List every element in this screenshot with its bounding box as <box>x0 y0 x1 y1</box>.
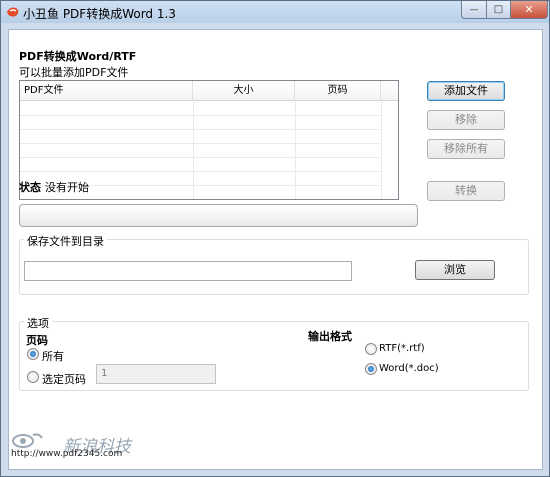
close-button[interactable]: ✕ <box>510 1 548 19</box>
app-icon <box>7 7 19 17</box>
add-file-button[interactable]: 添加文件 <box>427 81 505 101</box>
output-directory-title: 保存文件到目录 <box>24 233 107 249</box>
all-pages-label: 所有 <box>42 350 64 363</box>
selected-pages-radio[interactable] <box>27 371 39 383</box>
main-window: 小丑鱼 PDF转换成Word 1.3 — □ ✕ PDF转换成Word/RTF … <box>0 0 550 477</box>
list-item <box>20 130 380 144</box>
client-area: PDF转换成Word/RTF 可以批量添加PDF文件 PDF文件 大小 页码 添… <box>8 29 543 470</box>
convert-button[interactable]: 转换 <box>427 181 505 201</box>
list-item <box>20 102 380 116</box>
column-size[interactable]: 大小 <box>193 81 295 101</box>
minimize-icon: — <box>469 4 479 15</box>
all-pages-radio[interactable] <box>27 348 39 360</box>
close-icon: ✕ <box>524 3 534 16</box>
conversion-progress-bar <box>19 204 418 227</box>
output-directory-field[interactable] <box>24 261 352 281</box>
remove-button[interactable]: 移除 <box>427 110 505 130</box>
selected-pages-label: 选定页码 <box>42 373 86 386</box>
remove-all-button[interactable]: 移除所有 <box>427 139 505 159</box>
output-format-heading: 输出格式 <box>308 330 352 343</box>
selected-pages-field[interactable]: 1 <box>96 364 216 384</box>
column-pages[interactable]: 页码 <box>295 81 381 101</box>
title-bar[interactable]: 小丑鱼 PDF转换成Word 1.3 — □ ✕ <box>1 1 549 23</box>
maximize-button[interactable]: □ <box>486 1 511 19</box>
source-hint: 可以批量添加PDF文件 <box>19 66 129 79</box>
column-pdf-file[interactable]: PDF文件 <box>20 81 193 101</box>
options-title: 选项 <box>24 315 52 331</box>
file-list-header: PDF文件 大小 页码 <box>20 81 398 101</box>
watermark-url: http://www.pdf2345.com <box>11 449 123 459</box>
doc-format-radio[interactable] <box>365 363 377 375</box>
sina-logo-icon <box>12 433 43 448</box>
doc-format-label: Word(*.doc) <box>379 363 439 374</box>
pages-heading: 页码 <box>26 334 48 347</box>
list-item <box>20 116 380 130</box>
rtf-format-radio[interactable] <box>365 343 377 355</box>
window-title: 小丑鱼 PDF转换成Word 1.3 <box>23 7 176 21</box>
status-label: 状态 <box>19 181 41 194</box>
source-heading: PDF转换成Word/RTF <box>19 50 137 63</box>
minimize-button[interactable]: — <box>461 1 487 19</box>
list-item <box>20 158 380 172</box>
status-value: 没有开始 <box>45 181 89 194</box>
rtf-format-label: RTF(*.rtf) <box>379 343 425 354</box>
maximize-icon: □ <box>493 4 504 15</box>
browse-button[interactable]: 浏览 <box>415 260 495 280</box>
column-divider <box>381 102 382 199</box>
list-item <box>20 144 380 158</box>
